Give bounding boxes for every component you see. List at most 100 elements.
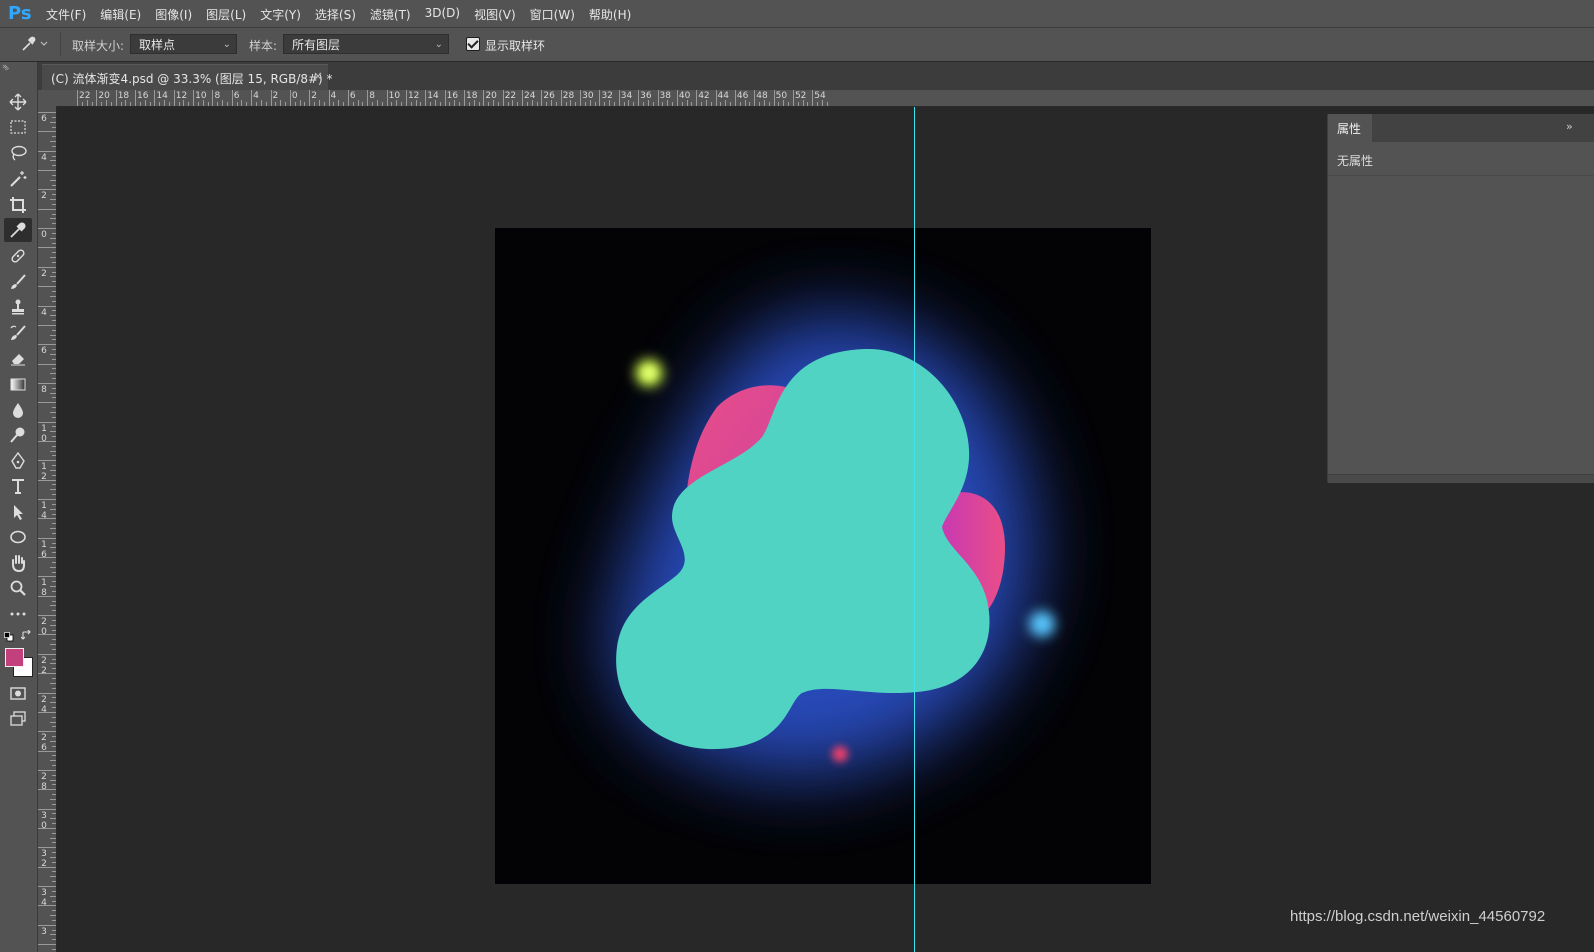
ellipse-tool[interactable]	[4, 525, 32, 549]
sample-size-label: 取样大小:	[72, 39, 125, 53]
ruler-tick	[50, 315, 56, 317]
ruler-tick	[52, 794, 56, 796]
panel-menu-icon[interactable]: »	[1566, 120, 1573, 133]
ruler-tick	[778, 102, 780, 106]
eyedropper-tool[interactable]	[4, 218, 32, 242]
ruler-label: 36	[640, 91, 652, 101]
hand-tool[interactable]	[4, 551, 32, 575]
menu-image[interactable]: 图像(I)	[149, 6, 198, 23]
swap-colors-button[interactable]	[20, 629, 32, 644]
screen-mode-button[interactable]	[4, 707, 32, 731]
brush-tool[interactable]	[4, 270, 32, 294]
menu-view[interactable]: 视图(V)	[468, 6, 522, 23]
ruler-tick	[565, 102, 567, 106]
ruler-tick	[50, 934, 56, 936]
default-colors-button[interactable]	[4, 631, 14, 645]
tool-bar: »	[0, 62, 38, 952]
menu-file[interactable]: 文件(F)	[40, 6, 92, 23]
ruler-tick	[618, 90, 620, 106]
ruler-tick	[38, 131, 56, 133]
ruler-tick	[52, 174, 56, 176]
ruler-tick	[275, 102, 277, 106]
type-tool[interactable]	[4, 474, 32, 498]
menu-help[interactable]: 帮助(H)	[583, 6, 637, 23]
show-ring-checkbox[interactable]	[466, 37, 480, 51]
move-tool[interactable]	[4, 90, 32, 114]
ruler-label: 32	[601, 91, 613, 101]
menu-bar: Ps 文件(F) 编辑(E) 图像(I) 图层(L) 文字(Y) 选择(S) 滤…	[0, 0, 1594, 28]
magic-wand-tool[interactable]	[4, 167, 32, 191]
ruler-tick	[38, 711, 56, 713]
ruler-tick	[52, 242, 56, 244]
ruler-label: 4	[41, 307, 47, 318]
ruler-tick	[50, 566, 56, 568]
eraser-icon	[11, 354, 25, 366]
ruler-tick	[52, 677, 56, 679]
panel-resize-bar[interactable]	[1328, 474, 1594, 483]
dodge-tool[interactable]	[4, 423, 32, 447]
ruler-tick	[318, 100, 320, 106]
foreground-color-swatch[interactable]	[5, 648, 24, 667]
menu-window[interactable]: 窗口(W)	[524, 6, 581, 23]
ruler-tick	[246, 102, 248, 106]
menu-layer[interactable]: 图层(L)	[200, 6, 252, 23]
ruler-tick	[52, 784, 56, 786]
expand-panels-icon[interactable]: »	[2, 62, 8, 72]
ruler-tick	[50, 392, 56, 394]
history-brush-icon	[10, 325, 26, 340]
ruler-label: 10	[195, 91, 207, 101]
ruler-tick	[50, 121, 56, 123]
horizontal-ruler[interactable]: 22 20 18 16 14 12 10 8 6 4 2 0 2 4 6 8 10 12 14 16 18 20 22 24 2…	[57, 90, 1594, 107]
menu-edit[interactable]: 编辑(E)	[94, 6, 147, 23]
ruler-tick	[120, 102, 122, 106]
sample-size-select[interactable]: 取样点 ⌄	[130, 34, 237, 54]
stamp-tool[interactable]	[4, 295, 32, 319]
path-select-tool[interactable]	[4, 500, 32, 524]
ruler-tick	[52, 320, 56, 321]
ruler-tick	[168, 102, 170, 106]
sample-select[interactable]: 所有图层 ⌄	[283, 34, 449, 54]
ruler-tick	[52, 349, 56, 351]
screen-mode-icon	[10, 711, 26, 726]
ruler-tick	[226, 102, 228, 106]
dodge-icon	[10, 427, 25, 443]
gradient-tool[interactable]	[4, 372, 32, 396]
crop-tool[interactable]	[4, 193, 32, 217]
close-tab-icon[interactable]: ×	[313, 69, 323, 83]
menu-select[interactable]: 选择(S)	[309, 6, 362, 23]
menu-3d[interactable]: 3D(D)	[419, 6, 466, 23]
ruler-label: 28	[562, 91, 575, 101]
ruler-tick	[817, 102, 819, 106]
ruler-origin[interactable]	[38, 90, 57, 106]
marquee-icon	[10, 120, 26, 134]
menu-type[interactable]: 文字(Y)	[254, 6, 307, 23]
ruler-label: 2	[311, 91, 317, 101]
marquee-tool[interactable]	[4, 115, 32, 139]
ruler-tick	[130, 102, 132, 106]
zoom-tool[interactable]	[4, 576, 32, 600]
properties-tab[interactable]: 属性	[1328, 114, 1372, 142]
quick-mask-button[interactable]	[4, 681, 32, 705]
vertical-ruler[interactable]: 64202468101214161820222426283032343	[38, 106, 57, 952]
magic-wand-icon	[10, 171, 27, 187]
ruler-label: 34	[620, 91, 633, 101]
ruler-tick	[280, 100, 282, 106]
blur-tool[interactable]	[4, 398, 32, 422]
pen-tool[interactable]	[4, 449, 32, 473]
ruler-tick	[347, 90, 349, 106]
ruler-tick	[52, 445, 56, 447]
ruler-tick	[50, 547, 56, 549]
menu-filter[interactable]: 滤镜(T)	[364, 6, 417, 23]
more-tools[interactable]	[4, 602, 32, 626]
ruler-tick	[333, 102, 335, 106]
ruler-tick	[560, 90, 562, 106]
ruler-label: 4	[330, 91, 337, 101]
eraser-tool[interactable]	[4, 346, 32, 370]
document-tab[interactable]: (C) 流体渐变4.psd @ 33.3% (图层 15, RGB/8#) * …	[42, 64, 333, 91]
history-brush-tool[interactable]	[4, 321, 32, 345]
ruler-tick	[546, 102, 548, 106]
healing-brush-tool[interactable]	[4, 244, 32, 268]
tool-preset-picker[interactable]	[20, 36, 48, 55]
lasso-tool[interactable]	[4, 141, 32, 165]
ruler-tick	[50, 411, 56, 413]
